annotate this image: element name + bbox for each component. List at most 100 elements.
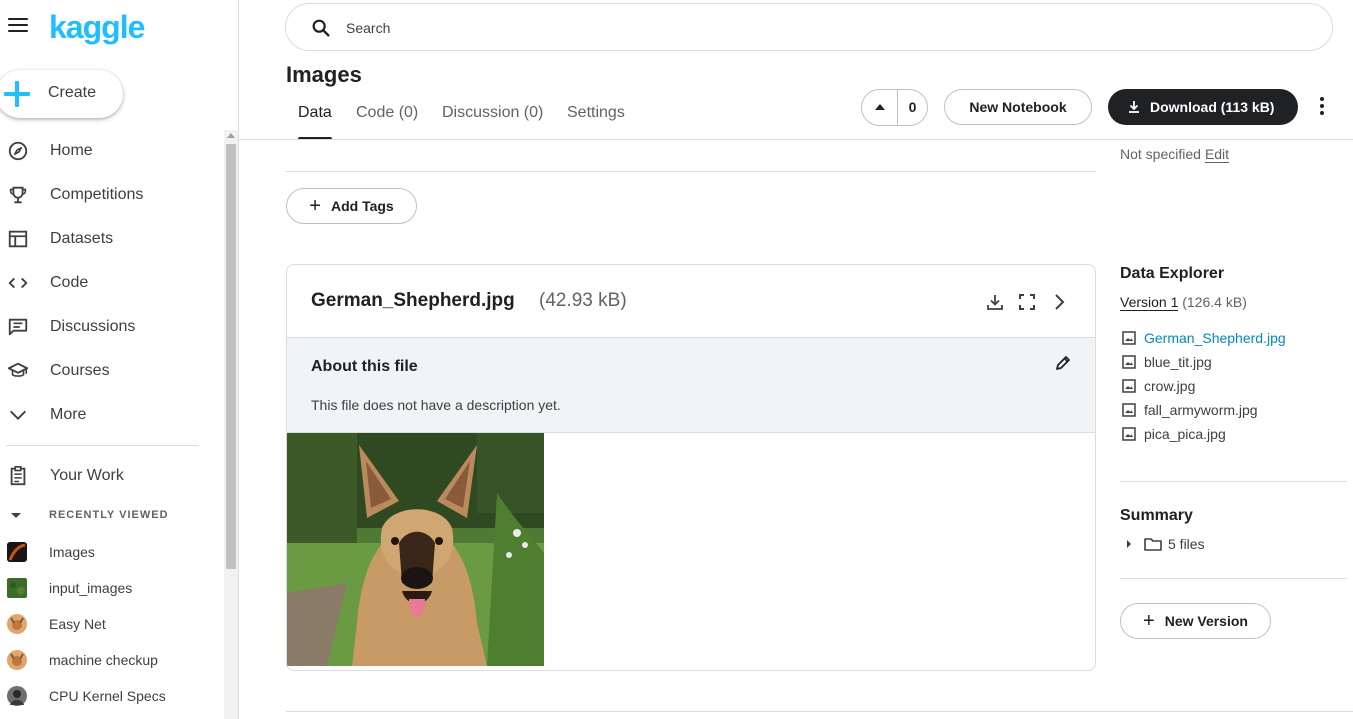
recently-viewed-label: RECENTLY VIEWED <box>49 509 169 521</box>
file-description: This file does not have a description ye… <box>311 397 561 413</box>
sidebar-item-code[interactable]: Code <box>0 263 220 303</box>
sidebar-item-label: Competitions <box>50 186 144 203</box>
download-label: Download (113 kB) <box>1150 99 1275 115</box>
sidebar-scrollbar[interactable] <box>224 130 238 719</box>
file-preview-card: German_Shepherd.jpg (42.93 kB) About thi… <box>286 264 1096 671</box>
page-title: Images <box>286 62 362 87</box>
file-name: German_Shepherd.jpg <box>311 290 515 311</box>
summary-files-row[interactable]: 5 files <box>1120 534 1320 554</box>
recent-item-images[interactable]: Images <box>0 538 220 566</box>
search-bar[interactable] <box>285 3 1333 51</box>
vote-count: 0 <box>908 99 917 115</box>
tab-label: Code (0) <box>356 104 419 121</box>
plus-icon: + <box>1143 609 1155 632</box>
kaggle-logo[interactable]: kaggle <box>49 9 145 46</box>
clipboard-icon <box>7 465 29 487</box>
compass-icon <box>7 140 29 162</box>
sidebar-item-label: Home <box>50 142 93 159</box>
file-list-label: crow.jpg <box>1144 378 1196 394</box>
summary-title: Summary <box>1120 507 1193 524</box>
license-info: Not specified Edit <box>1120 146 1230 163</box>
upvote-arrow-icon[interactable] <box>862 90 898 125</box>
user-avatar-icon <box>7 650 27 670</box>
sidebar-item-competitions[interactable]: Competitions <box>0 175 220 215</box>
section-divider <box>286 171 1096 172</box>
about-file-section: About this file This file does not have … <box>287 337 1095 433</box>
sidebar-item-label: More <box>50 406 87 423</box>
recent-item-label: CPU Kernel Specs <box>49 688 166 704</box>
recent-item-input-images[interactable]: input_images <box>0 574 220 602</box>
bottom-divider <box>286 711 1353 712</box>
fullscreen-icon[interactable] <box>1017 292 1037 312</box>
caret-right-icon <box>1127 540 1131 548</box>
comments-icon <box>7 316 29 338</box>
search-icon <box>312 19 330 37</box>
header-divider <box>239 139 1353 140</box>
recent-item-easy-net[interactable]: Easy Net <box>0 610 220 638</box>
recently-viewed-header[interactable]: RECENTLY VIEWED <box>0 506 220 526</box>
right-divider <box>1120 578 1347 579</box>
image-file-icon <box>1122 403 1136 417</box>
folder-icon <box>1144 538 1162 551</box>
tab-settings[interactable]: Settings <box>567 104 625 140</box>
file-list-label: German_Shepherd.jpg <box>1144 330 1286 346</box>
scroll-up-arrow-icon[interactable] <box>227 133 235 138</box>
create-label: Create <box>48 84 97 101</box>
sidebar-item-courses[interactable]: Courses <box>0 351 220 391</box>
recent-item-label: input_images <box>49 580 133 596</box>
sidebar: kaggle Create Home Competitions Datasets… <box>0 0 239 719</box>
plus-icon <box>4 81 30 107</box>
download-file-icon[interactable] <box>985 292 1005 312</box>
chevron-down-icon <box>7 404 29 426</box>
about-file-title: About this file <box>311 358 418 375</box>
recent-item-label: Easy Net <box>49 616 106 632</box>
tab-data[interactable]: Data <box>298 104 332 140</box>
add-tags-label: Add Tags <box>330 198 394 214</box>
chevron-right-icon[interactable] <box>1049 292 1069 312</box>
user-avatar-icon <box>7 614 27 634</box>
graduation-cap-icon <box>7 360 29 382</box>
image-file-icon <box>1122 355 1136 369</box>
sidebar-item-home[interactable]: Home <box>0 131 220 171</box>
license-value: Not specified <box>1120 146 1201 162</box>
scrollbar-thumb[interactable] <box>226 144 236 569</box>
plus-icon: + <box>309 194 321 217</box>
more-options-icon[interactable] <box>1312 96 1332 118</box>
download-button[interactable]: Download (113 kB) <box>1108 89 1298 125</box>
hamburger-menu-icon[interactable] <box>8 18 28 34</box>
tab-label: Settings <box>567 104 625 121</box>
edit-license-link[interactable]: Edit <box>1204 146 1230 163</box>
download-icon <box>1129 101 1139 113</box>
pencil-edit-icon[interactable] <box>1053 353 1073 373</box>
new-version-button[interactable]: + New Version <box>1120 603 1271 639</box>
data-explorer-version: Version 1 (126.4 kB) <box>1120 294 1247 311</box>
sidebar-item-label: Code <box>50 274 89 291</box>
sidebar-item-discussions[interactable]: Discussions <box>0 307 220 347</box>
trophy-icon <box>7 184 29 206</box>
sidebar-divider <box>6 445 199 446</box>
recent-item-machine-checkup[interactable]: machine checkup <box>0 646 220 674</box>
right-divider <box>1120 481 1347 482</box>
sidebar-item-label: Discussions <box>50 318 136 335</box>
tab-discussion[interactable]: Discussion (0) <box>442 104 543 140</box>
image-file-icon <box>1122 331 1136 345</box>
data-explorer-title: Data Explorer <box>1120 265 1225 282</box>
summary-files-count: 5 files <box>1168 536 1205 552</box>
user-avatar-icon <box>7 686 27 706</box>
sidebar-item-datasets[interactable]: Datasets <box>0 219 220 259</box>
search-input[interactable] <box>346 16 1246 40</box>
create-button[interactable]: Create <box>0 70 123 118</box>
new-notebook-button[interactable]: New Notebook <box>944 89 1092 125</box>
sidebar-item-label: Your Work <box>50 467 124 484</box>
german-shepherd-image <box>287 433 544 666</box>
add-tags-button[interactable]: + Add Tags <box>286 188 417 224</box>
recent-item-label: machine checkup <box>49 652 158 668</box>
version-link[interactable]: Version 1 <box>1120 294 1179 311</box>
file-list-label: pica_pica.jpg <box>1144 426 1226 442</box>
new-version-label: New Version <box>1164 613 1248 629</box>
recent-item-cpu-kernel-specs[interactable]: CPU Kernel Specs <box>0 682 220 710</box>
sidebar-item-your-work[interactable]: Your Work <box>0 456 220 496</box>
file-size: (42.93 kB) <box>539 290 627 311</box>
sidebar-item-more[interactable]: More <box>0 395 220 435</box>
tab-code[interactable]: Code (0) <box>356 104 418 140</box>
